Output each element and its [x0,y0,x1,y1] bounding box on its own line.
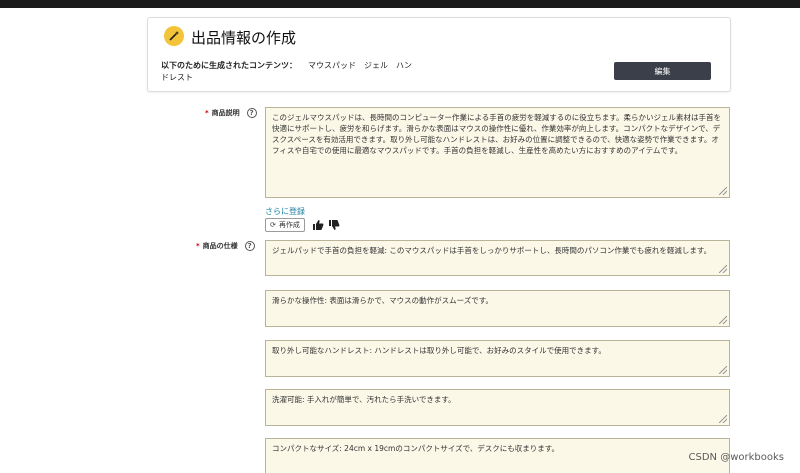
magic-wand-icon [164,26,184,46]
resize-handle-icon[interactable] [719,366,727,374]
description-text: このジェルマウスパッドは、長時間のコンピューター作業による手首の疲労を軽減するの… [272,113,722,155]
spec-item-text: ジェルパッドで手首の負担を軽減: このマウスパッドは手首をしっかりサポートし、長… [272,246,712,255]
spec-item-4[interactable]: 洗濯可能: 手入れが簡単で、汚れたら手洗いできます。 [265,389,730,426]
listing-header-card: 出品情報の作成 以下のために生成されたコンテンツ： マウスパッド ジェル ハン … [147,17,731,92]
help-icon[interactable]: ? [246,108,257,118]
spec-item-text: コンパクトなサイズ: 24cm x 19cmのコンパクトサイズで、デスクにも収ま… [272,444,560,453]
resize-handle-icon[interactable] [719,187,727,195]
generated-for-value: マウスパッド ジェル ハン [308,61,412,70]
resize-handle-icon[interactable] [719,316,727,324]
resize-handle-icon[interactable] [719,415,727,423]
generated-for-value-cont: ドレスト [161,73,193,82]
required-mark: * [196,242,200,250]
help-icon[interactable]: ? [244,241,255,251]
top-bar [0,0,800,8]
watermark: CSDN @workbooks [688,452,784,463]
edit-button[interactable]: 編集 [614,62,711,80]
spec-item-text: 滑らかな操作性: 表面は滑らかで、マウスの動作がスムーズです。 [272,296,493,305]
regenerate-button[interactable]: ⟳ 再作成 [265,218,305,232]
more-link[interactable]: さらに登録 [265,206,305,217]
page-title: 出品情報の作成 [191,29,297,47]
specs-label: 商品の仕様 [202,242,238,250]
description-label-row: * 商品説明 ? [205,108,257,118]
required-mark: * [205,109,209,117]
spec-item-text: 取り外し可能なハンドレスト: ハンドレストは取り外し可能で、お好みのスタイルで使… [272,346,606,355]
spec-item-1[interactable]: ジェルパッドで手首の負担を軽減: このマウスパッドは手首をしっかりサポートし、長… [265,240,730,276]
spec-item-2[interactable]: 滑らかな操作性: 表面は滑らかで、マウスの動作がスムーズです。 [265,290,730,327]
spec-item-text: 洗濯可能: 手入れが簡単で、汚れたら手洗いできます。 [272,395,456,404]
refresh-icon: ⟳ [270,221,276,229]
spec-item-5[interactable]: コンパクトなサイズ: 24cm x 19cmのコンパクトサイズで、デスクにも収ま… [265,438,730,473]
specs-label-row: * 商品の仕様 ? [196,241,255,251]
thumbs-down-icon[interactable] [328,219,340,231]
description-label: 商品説明 [211,109,240,117]
regenerate-label: 再作成 [278,221,300,229]
thumbs-up-icon[interactable] [312,219,324,231]
generated-for-label: 以下のために生成されたコンテンツ： [161,61,297,70]
description-textarea[interactable]: このジェルマウスパッドは、長時間のコンピューター作業による手首の疲労を軽減するの… [265,107,730,198]
spec-item-3[interactable]: 取り外し可能なハンドレスト: ハンドレストは取り外し可能で、お好みのスタイルで使… [265,340,730,377]
resize-handle-icon[interactable] [719,265,727,273]
